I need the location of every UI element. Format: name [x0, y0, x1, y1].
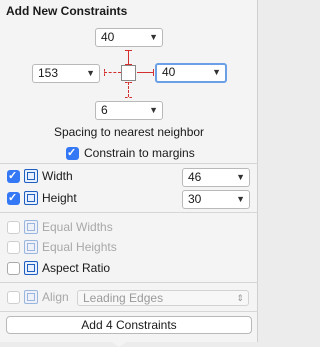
equal-widths-checkbox[interactable]	[7, 221, 20, 234]
height-label[interactable]: Height	[42, 191, 77, 205]
bottom-spacing-combo[interactable]: 6 ▼	[95, 101, 163, 120]
right-spacing-value: 40	[162, 65, 176, 79]
top-spacing-combo[interactable]: 40 ▼	[95, 28, 163, 47]
popover-arrow	[112, 342, 126, 347]
aspect-ratio-icon	[24, 261, 38, 275]
divider	[0, 311, 258, 312]
updown-chevron-icon: ⇕	[236, 293, 244, 303]
right-strut-cap	[153, 69, 154, 76]
left-spacing-value: 153	[38, 66, 59, 80]
spacing-label: Spacing to nearest neighbor	[53, 125, 205, 139]
left-spacing-combo[interactable]: 153 ▼	[32, 64, 100, 83]
constrain-margins-checkbox[interactable]	[66, 146, 79, 160]
align-label: Align	[42, 290, 69, 304]
align-icon	[24, 290, 38, 304]
chevron-down-icon[interactable]: ▼	[149, 29, 158, 46]
align-select[interactable]: Leading Edges ⇕	[77, 290, 249, 306]
bottom-strut[interactable]	[128, 82, 129, 97]
chevron-down-icon[interactable]: ▼	[236, 191, 245, 208]
height-value-combo[interactable]: 30 ▼	[182, 190, 250, 209]
add-constraints-popover: Add New Constraints 40 ▼ 153 ▼ 40 ▼ 6 ▼ …	[0, 0, 258, 342]
width-value: 46	[188, 170, 202, 184]
left-strut[interactable]	[104, 72, 121, 73]
align-checkbox[interactable]	[7, 291, 20, 304]
equal-heights-label: Equal Heights	[42, 240, 117, 254]
width-label[interactable]: Width	[42, 169, 73, 183]
right-strut[interactable]	[137, 72, 154, 73]
top-spacing-value: 40	[101, 30, 115, 44]
aspect-ratio-checkbox[interactable]	[7, 262, 20, 275]
equal-widths-icon	[24, 220, 38, 234]
divider	[0, 282, 258, 283]
width-value-combo[interactable]: 46 ▼	[182, 168, 250, 187]
bottom-spacing-value: 6	[101, 103, 108, 117]
height-constraint-icon	[24, 191, 38, 205]
chevron-down-icon[interactable]: ▼	[212, 65, 221, 80]
equal-widths-label: Equal Widths	[42, 220, 113, 234]
equal-heights-checkbox[interactable]	[7, 241, 20, 254]
right-spacing-combo[interactable]: 40 ▼	[155, 63, 227, 83]
popover-title: Add New Constraints	[6, 4, 128, 18]
selected-view-box	[121, 65, 136, 81]
align-select-value: Leading Edges	[83, 291, 164, 305]
aspect-ratio-label[interactable]: Aspect Ratio	[42, 261, 110, 275]
top-strut[interactable]	[128, 50, 129, 65]
width-constraint-icon	[24, 169, 38, 183]
height-checkbox[interactable]	[7, 191, 20, 205]
height-value: 30	[188, 192, 202, 206]
chevron-down-icon[interactable]: ▼	[86, 65, 95, 82]
constrain-margins-label[interactable]: Constrain to margins	[84, 146, 195, 160]
bottom-strut-cap	[125, 97, 132, 98]
divider	[0, 212, 258, 213]
add-constraints-button[interactable]: Add 4 Constraints	[6, 316, 252, 334]
width-checkbox[interactable]	[7, 169, 20, 183]
chevron-down-icon[interactable]: ▼	[236, 169, 245, 186]
divider	[0, 163, 258, 164]
chevron-down-icon[interactable]: ▼	[149, 102, 158, 119]
equal-heights-icon	[24, 240, 38, 254]
